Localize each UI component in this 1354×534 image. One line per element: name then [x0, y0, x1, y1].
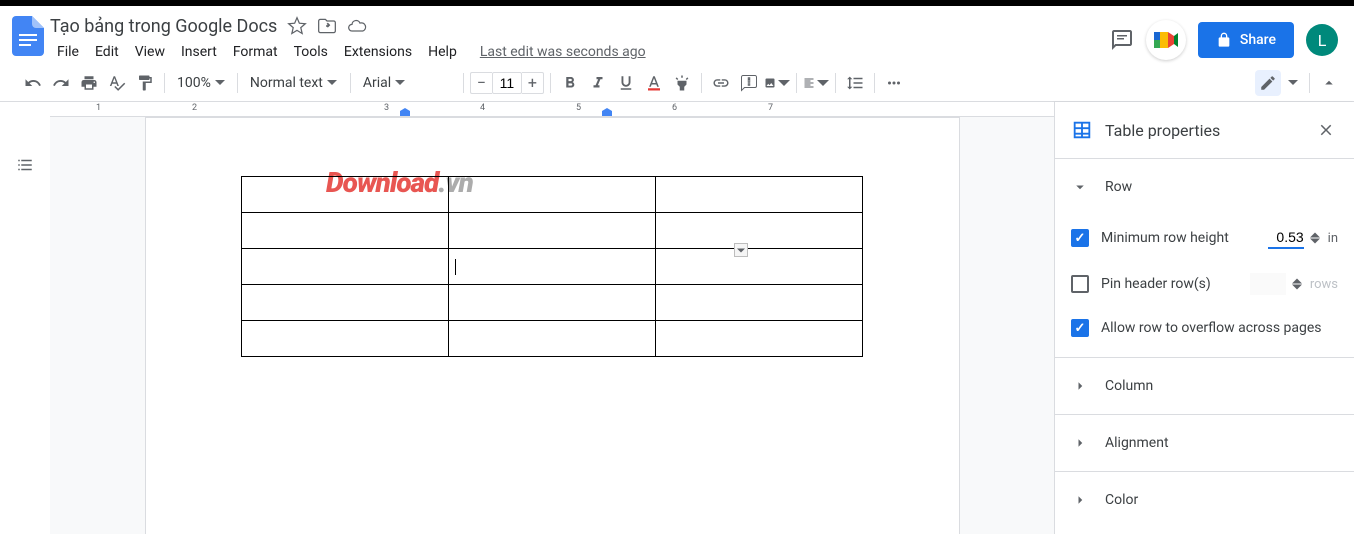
style-combo[interactable]: Normal text [244, 70, 344, 96]
paint-format-button[interactable] [132, 70, 158, 96]
print-button[interactable] [76, 70, 102, 96]
section-alignment-header[interactable]: Alignment [1055, 415, 1354, 471]
docs-app-icon[interactable] [8, 16, 48, 56]
menu-edit[interactable]: Edit [88, 40, 126, 64]
pin-header-checkbox[interactable] [1071, 275, 1089, 293]
overflow-checkbox[interactable] [1071, 319, 1089, 337]
table-row [242, 321, 863, 357]
pin-header-input [1250, 273, 1286, 295]
zoom-combo[interactable]: 100% [171, 70, 231, 96]
left-rail [0, 102, 50, 534]
indent-marker-left[interactable] [400, 108, 410, 116]
bold-button[interactable] [557, 70, 583, 96]
document-table[interactable] [241, 176, 863, 357]
align-button[interactable] [803, 70, 829, 96]
min-row-height-input[interactable] [1268, 227, 1304, 249]
table-row [242, 177, 863, 213]
toolbar: 100% Normal text Arial − + [0, 64, 1354, 102]
highlight-button[interactable] [669, 70, 695, 96]
table-properties-sidebar: Table properties Row Minimum row height … [1054, 102, 1354, 534]
min-row-height-label: Minimum row height [1101, 230, 1256, 246]
menu-insert[interactable]: Insert [174, 40, 224, 64]
redo-button[interactable] [48, 70, 74, 96]
mode-chevron[interactable] [1283, 70, 1303, 96]
min-row-height-row: Minimum row height in [1055, 215, 1354, 261]
close-button[interactable] [1314, 118, 1338, 142]
outline-button[interactable] [12, 152, 38, 178]
link-button[interactable] [708, 70, 734, 96]
menu-tools[interactable]: Tools [287, 40, 335, 64]
pin-header-row: Pin header row(s) rows [1055, 261, 1354, 307]
editing-mode-button[interactable] [1255, 70, 1281, 96]
table-row [242, 285, 863, 321]
italic-button[interactable] [585, 70, 611, 96]
undo-button[interactable] [20, 70, 46, 96]
comments-icon[interactable] [1110, 28, 1134, 52]
table-row [242, 249, 863, 285]
menu-view[interactable]: View [128, 40, 172, 64]
font-size-increase[interactable]: + [522, 72, 544, 94]
font-size-group: − + [470, 72, 544, 94]
overflow-label: Allow row to overflow across pages [1101, 320, 1338, 336]
canvas-area[interactable]: 1 2 3 4 5 6 7 Download.vn [50, 102, 1054, 534]
last-edit-link[interactable]: Last edit was seconds ago [480, 44, 646, 60]
workspace: 1 2 3 4 5 6 7 Download.vn Table [0, 102, 1354, 534]
cell-dropdown-icon[interactable] [734, 243, 748, 257]
menu-file[interactable]: File [50, 40, 86, 64]
meet-icon[interactable] [1146, 20, 1186, 60]
image-button[interactable] [764, 70, 790, 96]
sidebar-title: Table properties [1105, 121, 1302, 140]
overflow-row: Allow row to overflow across pages [1055, 307, 1354, 357]
underline-button[interactable] [613, 70, 639, 96]
font-size-decrease[interactable]: − [470, 72, 492, 94]
table-icon [1071, 119, 1093, 141]
chevron-right-icon [1071, 377, 1089, 395]
avatar[interactable]: L [1306, 24, 1338, 56]
sidebar-header: Table properties [1055, 102, 1354, 158]
chevron-right-icon [1071, 434, 1089, 452]
section-column-header[interactable]: Column [1055, 358, 1354, 414]
spellcheck-button[interactable] [104, 70, 130, 96]
section-color-header[interactable]: Color [1055, 472, 1354, 528]
chevron-right-icon [1071, 491, 1089, 509]
indent-marker-right[interactable] [602, 108, 612, 116]
move-icon[interactable] [317, 16, 337, 36]
title-area: Tạo bảng trong Google Docs File Edit Vie… [48, 14, 1110, 66]
cloud-icon[interactable] [347, 16, 367, 36]
section-row-header[interactable]: Row [1055, 159, 1354, 215]
menubar: File Edit View Insert Format Tools Exten… [50, 38, 1110, 66]
table-row [242, 213, 863, 249]
chevron-down-icon [1071, 178, 1089, 196]
titlebar: Tạo bảng trong Google Docs File Edit Vie… [0, 0, 1354, 64]
hide-menus-button[interactable] [1316, 70, 1342, 96]
font-size-input[interactable] [492, 72, 522, 94]
document-page[interactable]: Download.vn [145, 117, 960, 534]
pin-header-spinner [1292, 278, 1304, 290]
section-color: Color [1055, 471, 1354, 528]
font-combo[interactable]: Arial [357, 70, 457, 96]
section-column: Column [1055, 357, 1354, 414]
more-button[interactable] [881, 70, 907, 96]
star-icon[interactable] [287, 16, 307, 36]
min-row-height-checkbox[interactable] [1071, 229, 1089, 247]
pin-header-label: Pin header row(s) [1101, 276, 1238, 292]
menu-help[interactable]: Help [421, 40, 464, 64]
comment-button[interactable] [736, 70, 762, 96]
doc-title[interactable]: Tạo bảng trong Google Docs [50, 16, 277, 37]
menu-format[interactable]: Format [226, 40, 285, 64]
share-button[interactable]: Share [1198, 22, 1294, 58]
section-row: Row Minimum row height in Pin header row… [1055, 158, 1354, 357]
share-label: Share [1240, 32, 1276, 48]
min-row-height-spinner[interactable] [1310, 232, 1322, 244]
text-color-button[interactable] [641, 70, 667, 96]
line-spacing-button[interactable] [842, 70, 868, 96]
menu-extensions[interactable]: Extensions [337, 40, 419, 64]
section-alignment: Alignment [1055, 414, 1354, 471]
header-right: Share L [1110, 14, 1346, 60]
ruler[interactable]: 1 2 3 4 5 6 7 [50, 102, 1054, 117]
